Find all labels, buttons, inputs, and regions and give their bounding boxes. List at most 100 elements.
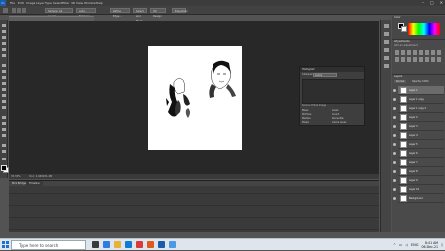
refine-edge-button[interactable]: Refine Edge... <box>110 8 130 18</box>
layer-row[interactable]: Layer 9 <box>393 176 444 185</box>
app-icon-orange[interactable] <box>147 241 154 248</box>
layer-name: Layer 3 <box>409 125 418 128</box>
dodge-tool-icon[interactable] <box>2 106 6 109</box>
app-icon-red[interactable] <box>136 241 143 248</box>
marquee-tool-icon[interactable] <box>2 30 6 33</box>
foreground-color-swatch[interactable] <box>1 165 7 171</box>
app-icon-blue[interactable] <box>169 241 176 248</box>
layer-name: Background <box>409 197 423 200</box>
zoom-level[interactable]: 33.33% <box>9 175 21 178</box>
essentials-workspace-select[interactable]: Essentials <box>172 8 188 13</box>
healing-brush-tool-icon[interactable] <box>2 64 6 67</box>
subtract-selection-icon[interactable] <box>22 8 26 13</box>
visibility-eye-icon[interactable] <box>393 170 396 173</box>
quick-select-tool-icon[interactable] <box>2 42 6 45</box>
layer-row[interactable]: Layer 8 <box>393 167 444 176</box>
tab-timeline[interactable]: Timeline <box>26 181 43 186</box>
channel-select[interactable]: Colors <box>313 73 337 77</box>
visibility-eye-icon[interactable] <box>393 134 396 137</box>
history-brush-tool-icon[interactable] <box>2 82 6 85</box>
visibility-eye-icon[interactable] <box>393 116 396 119</box>
visibility-eye-icon[interactable] <box>393 197 396 200</box>
add-selection-icon[interactable] <box>17 8 21 13</box>
auto-enhance-checkbox[interactable]: Auto-Enhance <box>76 8 96 18</box>
layer-row[interactable]: Layer 7 <box>393 158 444 167</box>
history-icon[interactable] <box>384 24 389 28</box>
color-spectrum[interactable] <box>408 23 440 35</box>
opacity-field[interactable]: Opacity: 100% <box>412 80 429 83</box>
layer-row[interactable]: Background <box>393 194 444 203</box>
timeline-track <box>9 217 379 218</box>
layer-row[interactable]: Layer 5 <box>393 140 444 149</box>
type-tool-icon[interactable] <box>2 122 6 125</box>
layer-row[interactable]: Layer 1 copy <box>393 95 444 104</box>
panel-icon-strip <box>380 20 391 232</box>
clock[interactable]: 8:41 AM 06-Dec-21 <box>421 241 438 249</box>
visibility-eye-icon[interactable] <box>393 89 396 92</box>
layer-name: Layer 1 copy <box>409 98 424 101</box>
visibility-eye-icon[interactable] <box>393 161 396 164</box>
hand-tool-icon[interactable] <box>2 144 6 147</box>
windows-start-icon[interactable] <box>2 241 9 248</box>
timeline-track <box>9 229 379 230</box>
layer-row[interactable]: Layer 3 <box>393 122 444 131</box>
volume-icon[interactable]: ◁ <box>405 243 408 247</box>
color-bg-swatch[interactable] <box>401 26 407 32</box>
layer-row[interactable]: Layer 10 <box>393 185 444 194</box>
layers-title[interactable]: Layers <box>392 75 445 79</box>
layer-row[interactable]: Layer 6 <box>393 149 444 158</box>
brush-settings-icon[interactable] <box>384 40 389 44</box>
zoom-tool-icon[interactable] <box>2 150 6 153</box>
crop-tool-icon[interactable] <box>2 48 6 51</box>
paragraph-icon[interactable] <box>384 56 389 60</box>
quick-selection-tool-icon[interactable] <box>3 8 8 13</box>
move-tool-icon[interactable] <box>2 24 6 27</box>
pen-tool-icon[interactable] <box>2 116 6 119</box>
taskbar-search-input[interactable]: Type here to search <box>11 240 86 250</box>
visibility-eye-icon[interactable] <box>393 188 396 191</box>
info-icon[interactable] <box>384 64 389 68</box>
document-canvas[interactable] <box>148 46 242 150</box>
doc-size-info[interactable]: Doc: 2.64M/21.4M <box>21 175 52 178</box>
blur-tool-icon[interactable] <box>2 100 6 103</box>
language-indicator[interactable]: ENG <box>411 243 419 247</box>
visibility-eye-icon[interactable] <box>393 107 396 110</box>
network-icon[interactable]: ▭ <box>399 243 402 247</box>
histogram-title[interactable]: Histogram <box>300 67 364 72</box>
eyedropper-tool-icon[interactable] <box>2 54 6 57</box>
visibility-eye-icon[interactable] <box>393 125 396 128</box>
visibility-eye-icon[interactable] <box>393 179 396 182</box>
sample-all-layers-checkbox[interactable]: Sample: All Layers <box>45 8 73 18</box>
visibility-eye-icon[interactable] <box>393 152 396 155</box>
path-selection-tool-icon[interactable] <box>2 128 6 131</box>
lasso-tool-icon[interactable] <box>2 36 6 39</box>
select-mask-button[interactable]: Select and Mask... <box>133 8 147 23</box>
visibility-eye-icon[interactable] <box>393 98 396 101</box>
new-selection-icon[interactable] <box>12 8 16 13</box>
notifications-icon[interactable]: ▯ <box>441 243 443 247</box>
visibility-eye-icon[interactable] <box>393 143 396 146</box>
eraser-tool-icon[interactable] <box>2 88 6 91</box>
edge-browser-icon[interactable] <box>103 241 110 248</box>
adjustment-icons-row[interactable] <box>395 57 441 62</box>
chevron-up-icon[interactable]: ^ <box>393 243 396 247</box>
blend-mode-select[interactable]: Normal <box>394 80 407 83</box>
rectangle-tool-icon[interactable] <box>2 134 6 137</box>
edit-toolbar-icon[interactable] <box>2 158 6 160</box>
adjustment-icons-row[interactable] <box>395 50 441 55</box>
color-panel-title[interactable]: Color <box>392 16 445 20</box>
layer-row[interactable]: Layer 2 <box>393 113 444 122</box>
brush-tool-icon[interactable] <box>2 70 6 73</box>
layer-row[interactable]: Layer 1 copy 2 <box>393 104 444 113</box>
gradient-tool-icon[interactable] <box>2 94 6 97</box>
workspace-3d-button[interactable]: 3D Design <box>150 8 166 18</box>
layer-row[interactable]: Layer 4 <box>393 131 444 140</box>
properties-icon[interactable] <box>384 32 389 36</box>
photoshop-taskbar-icon[interactable] <box>158 241 165 248</box>
layer-row[interactable]: Layer 1 <box>393 86 444 95</box>
file-explorer-icon[interactable] <box>114 241 121 248</box>
character-icon[interactable] <box>384 48 389 52</box>
task-view-icon[interactable] <box>92 241 99 248</box>
store-icon[interactable] <box>125 241 132 248</box>
clone-stamp-tool-icon[interactable] <box>2 76 6 79</box>
